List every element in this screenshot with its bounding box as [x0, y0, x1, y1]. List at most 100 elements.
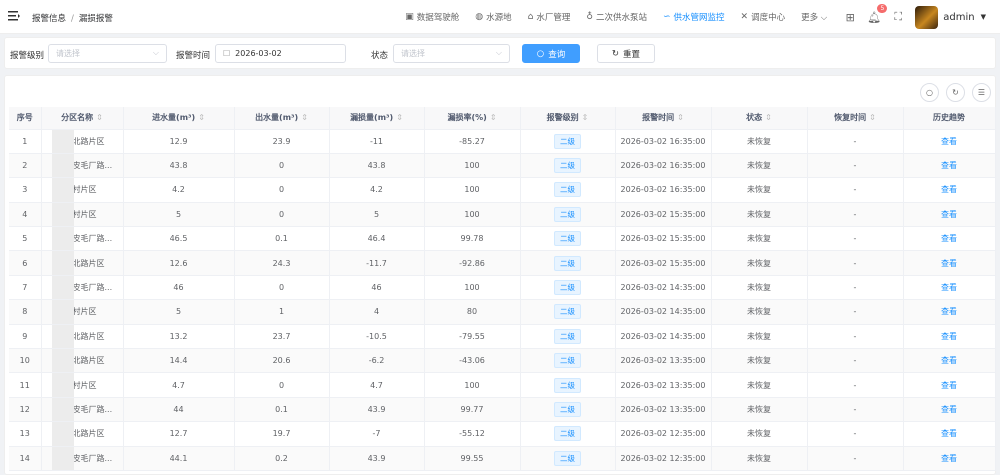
- cell-2: 13.2: [123, 324, 235, 350]
- view-trend-link[interactable]: 查看: [941, 429, 957, 438]
- cell-text: 2026-03-02 13:35:00: [620, 404, 706, 414]
- sort-icon[interactable]: ⇕: [490, 113, 497, 122]
- cell-text: 村片区: [72, 307, 97, 317]
- column-header[interactable]: 恢复时间 ⇕: [807, 107, 904, 130]
- date-picker[interactable]: ☐ 2026-03-02: [215, 44, 346, 63]
- caret-down-icon[interactable]: ▼: [981, 13, 986, 21]
- cell-0: 2: [9, 153, 42, 179]
- view-trend-link[interactable]: 查看: [941, 185, 957, 194]
- nav-item[interactable]: ♁ 二次供水泵站: [586, 11, 647, 23]
- cell-text: -: [853, 185, 857, 195]
- view-trend-link[interactable]: 查看: [941, 405, 957, 414]
- view-trend-link[interactable]: 查看: [941, 356, 957, 365]
- cell-10: 查看: [903, 299, 996, 325]
- nav-item[interactable]: 更多 ⌵: [801, 11, 827, 23]
- cell-text: 未恢复: [747, 234, 771, 244]
- redacted-block: [51, 397, 74, 421]
- view-trend-link[interactable]: 查看: [941, 454, 957, 463]
- sort-icon[interactable]: ⇕: [677, 113, 684, 122]
- column-title: 状态: [746, 113, 763, 123]
- nav-item[interactable]: ▣ 数据驾驶舱: [405, 11, 459, 23]
- column-header[interactable]: 分区名称 ⇕: [41, 107, 124, 130]
- view-trend-link[interactable]: 查看: [941, 234, 957, 243]
- refresh-table-icon[interactable]: ↻: [946, 83, 965, 102]
- cell-1: 北路片区: [41, 324, 124, 350]
- cell-2: 4.2: [123, 177, 235, 203]
- cell-text: 43.8: [169, 161, 188, 171]
- view-trend-link[interactable]: 查看: [941, 259, 957, 268]
- toggle-search-icon[interactable]: ○: [920, 83, 939, 102]
- cell-text: 0.1: [275, 234, 288, 244]
- sort-icon[interactable]: ⇕: [198, 113, 205, 122]
- cell-8: 未恢复: [711, 348, 808, 374]
- redacted-block: [51, 275, 74, 299]
- cell-6: 二级: [520, 250, 616, 276]
- avatar[interactable]: [915, 5, 939, 29]
- cell-3: 0.2: [234, 446, 330, 471]
- table-row: 11 村片区 4.7 0 4.7 100 二级 2026-03-02 13:35:00 未恢复 -…: [9, 372, 996, 398]
- view-trend-link[interactable]: 查看: [941, 161, 957, 170]
- redacted-block: [51, 202, 74, 226]
- sort-icon[interactable]: ⇕: [396, 113, 403, 122]
- cell-8: 未恢复: [711, 324, 808, 350]
- cell-8: 未恢复: [711, 129, 808, 154]
- column-header[interactable]: 报警时间 ⇕: [615, 107, 712, 130]
- cell-6: 二级: [520, 348, 616, 374]
- cell-7: 2026-03-02 14:35:00: [615, 275, 712, 301]
- sort-icon[interactable]: ⇕: [582, 113, 589, 122]
- column-title: 恢复时间: [834, 113, 867, 123]
- view-trend-link[interactable]: 查看: [941, 210, 957, 219]
- fullscreen-icon[interactable]: ⛶: [891, 10, 905, 24]
- column-header[interactable]: 出水量(m³) ⇕: [234, 107, 330, 130]
- column-header[interactable]: 进水量(m³) ⇕: [123, 107, 235, 130]
- apps-grid-icon[interactable]: ⊞: [843, 10, 857, 24]
- view-trend-link[interactable]: 查看: [941, 283, 957, 292]
- reset-button[interactable]: ↻ 重置: [597, 44, 655, 63]
- view-trend-link[interactable]: 查看: [941, 381, 957, 390]
- status-select[interactable]: 请选择 ⌵: [393, 44, 510, 63]
- nav-item[interactable]: ◍ 水源地: [475, 11, 511, 23]
- cell-5: 80: [424, 299, 521, 325]
- cell-8: 未恢复: [711, 372, 808, 398]
- sort-icon[interactable]: ⇕: [96, 113, 103, 122]
- search-button[interactable]: ○ 查询: [522, 44, 580, 63]
- breadcrumb-item[interactable]: 报警信息: [32, 14, 66, 24]
- bell-icon[interactable]: 🔔︎ 5: [867, 4, 888, 24]
- cell-5: -92.86: [424, 250, 521, 276]
- column-title: 进水量(m³): [152, 113, 196, 123]
- nav-item[interactable]: ⌂ 水厂管理: [528, 11, 571, 23]
- cell-10: 查看: [903, 153, 996, 179]
- sort-icon[interactable]: ⇕: [765, 113, 772, 122]
- cell-6: 二级: [520, 299, 616, 325]
- level-select[interactable]: 请选择 ⌵: [48, 44, 167, 63]
- level-tag: 二级: [554, 158, 581, 174]
- view-trend-link[interactable]: 查看: [941, 307, 957, 316]
- column-settings-icon[interactable]: ☰: [972, 83, 991, 102]
- cell-text: 2026-03-02 15:35:00: [620, 234, 706, 244]
- user-name[interactable]: admin: [943, 12, 974, 23]
- view-trend-link[interactable]: 查看: [941, 332, 957, 341]
- cell-8: 未恢复: [711, 202, 808, 228]
- cell-text: 43.8: [367, 161, 386, 171]
- cell-10: 查看: [903, 324, 996, 350]
- column-header[interactable]: 报警级别 ⇕: [520, 107, 616, 130]
- cell-text: 未恢复: [747, 429, 771, 439]
- nav-item[interactable]: ✕ 调度中心: [741, 11, 786, 23]
- status-placeholder: 请选择: [401, 49, 425, 58]
- redacted-block: [51, 178, 74, 202]
- nav-item[interactable]: ∽ 供水管网监控: [663, 11, 725, 23]
- column-header[interactable]: 漏损率(%) ⇕: [424, 107, 521, 130]
- column-header[interactable]: 状态 ⇕: [711, 107, 808, 130]
- sort-icon[interactable]: ⇕: [301, 113, 308, 122]
- view-trend-link[interactable]: 查看: [941, 137, 957, 146]
- cell-8: 未恢复: [711, 153, 808, 179]
- cell-text: 4: [22, 209, 28, 219]
- sort-icon[interactable]: ⇕: [869, 113, 876, 122]
- cell-5: 100: [424, 372, 521, 398]
- menu-toggle-icon[interactable]: [8, 11, 20, 21]
- column-header[interactable]: 漏损量(m³) ⇕: [329, 107, 425, 130]
- nav-label: 更多 ⌵: [801, 13, 828, 23]
- cell-1: 村片区: [41, 372, 124, 398]
- cell-text: 村片区: [72, 209, 97, 219]
- pipe-icon: ∽: [662, 12, 671, 22]
